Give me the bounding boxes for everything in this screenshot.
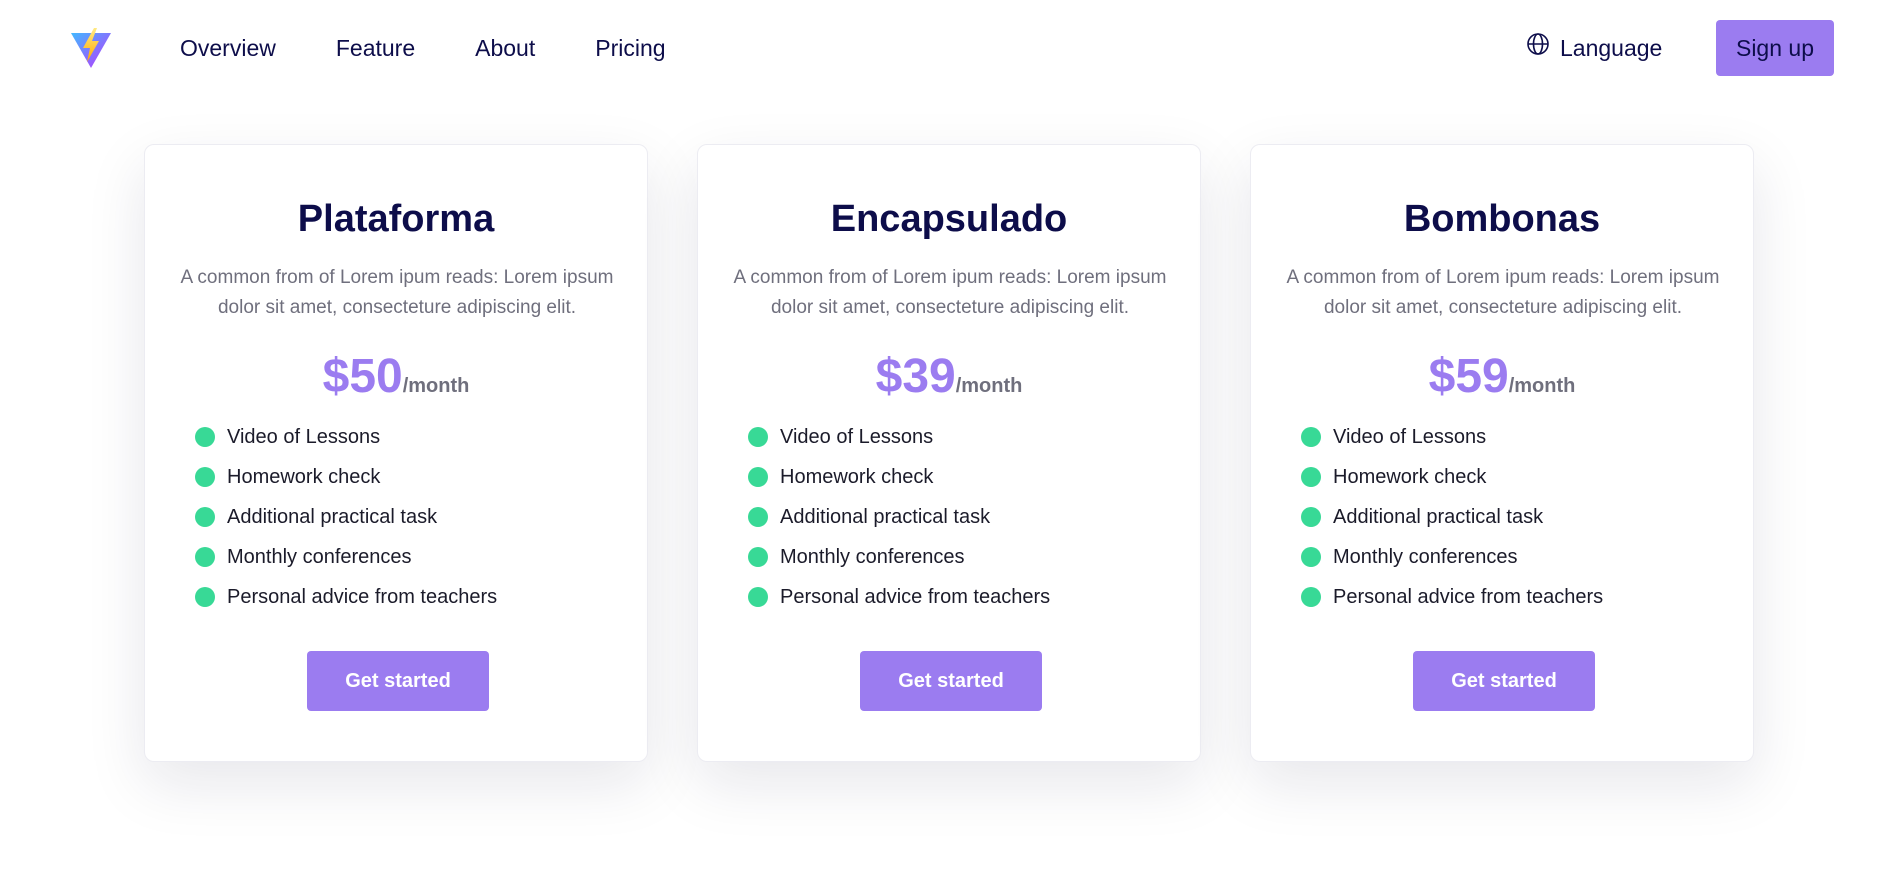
feature-list: Video of Lessons Homework check Addition… <box>195 417 497 617</box>
feature-label: Video of Lessons <box>227 425 381 448</box>
plan-price: $59 <box>1428 350 1509 403</box>
feature-label: Additional practical task <box>227 505 438 528</box>
feature-label: Additional practical task <box>780 505 991 528</box>
get-started-button[interactable]: Get started <box>307 651 489 711</box>
feature-item: Personal advice from teachers <box>195 577 497 617</box>
feature-label: Homework check <box>780 465 934 488</box>
plan-price-row: $59/month <box>1251 345 1753 409</box>
check-dot-icon <box>1301 467 1321 487</box>
bolt-triangle-logo-icon[interactable] <box>70 28 112 70</box>
feature-item: Additional practical task <box>195 497 497 537</box>
feature-item: Monthly conferences <box>748 537 1050 577</box>
check-dot-icon <box>748 507 768 527</box>
plan-description: A common from of Lorem ipum reads: Lorem… <box>1286 267 1720 318</box>
plan-period: /month <box>402 375 470 397</box>
feature-label: Personal advice from teachers <box>1333 585 1604 608</box>
globe-icon <box>1526 30 1550 66</box>
feature-item: Video of Lessons <box>748 417 1050 457</box>
check-dot-icon <box>748 547 768 567</box>
feature-label: Video of Lessons <box>1333 425 1487 448</box>
nav-pricing[interactable]: Pricing <box>595 30 665 66</box>
feature-item: Homework check <box>195 457 497 497</box>
feature-label: Homework check <box>227 465 381 488</box>
check-dot-icon <box>1301 427 1321 447</box>
top-navbar: Overview Feature About Pricing Language … <box>0 0 1898 96</box>
feature-item: Additional practical task <box>748 497 1050 537</box>
pricing-card-plataforma: Plataforma A common from of Lorem ipum r… <box>144 144 648 762</box>
check-dot-icon <box>1301 587 1321 607</box>
feature-item: Video of Lessons <box>1301 417 1603 457</box>
pricing-card-encapsulado: Encapsulado A common from of Lorem ipum … <box>697 144 1201 762</box>
sign-up-button[interactable]: Sign up <box>1716 20 1834 76</box>
pricing-card-bombonas: Bombonas A common from of Lorem ipum rea… <box>1250 144 1754 762</box>
feature-list: Video of Lessons Homework check Addition… <box>1301 417 1603 617</box>
check-dot-icon <box>195 547 215 567</box>
nav-overview[interactable]: Overview <box>180 30 276 66</box>
check-dot-icon <box>1301 507 1321 527</box>
feature-item: Personal advice from teachers <box>748 577 1050 617</box>
feature-label: Monthly conferences <box>227 545 412 568</box>
feature-label: Monthly conferences <box>780 545 965 568</box>
language-selector[interactable]: Language <box>1526 30 1662 66</box>
plan-description: A common from of Lorem ipum reads: Lorem… <box>180 267 614 318</box>
feature-label: Monthly conferences <box>1333 545 1518 568</box>
check-dot-icon <box>748 427 768 447</box>
feature-item: Homework check <box>1301 457 1603 497</box>
plan-price: $50 <box>322 350 403 403</box>
feature-item: Additional practical task <box>1301 497 1603 537</box>
get-started-button[interactable]: Get started <box>1413 651 1595 711</box>
feature-item: Video of Lessons <box>195 417 497 457</box>
check-dot-icon <box>1301 547 1321 567</box>
main-nav: Overview Feature About Pricing <box>180 30 666 66</box>
check-dot-icon <box>195 587 215 607</box>
feature-item: Homework check <box>748 457 1050 497</box>
plan-price: $39 <box>875 350 956 403</box>
plan-price-row: $50/month <box>145 345 647 409</box>
plan-price-row: $39/month <box>698 345 1200 409</box>
plan-title: Bombonas <box>1403 198 1601 240</box>
check-dot-icon <box>748 587 768 607</box>
feature-label: Personal advice from teachers <box>780 585 1051 608</box>
feature-label: Video of Lessons <box>780 425 934 448</box>
nav-feature[interactable]: Feature <box>336 30 415 66</box>
feature-label: Personal advice from teachers <box>227 585 498 608</box>
plan-description: A common from of Lorem ipum reads: Lorem… <box>733 267 1167 318</box>
check-dot-icon <box>195 507 215 527</box>
feature-item: Monthly conferences <box>1301 537 1603 577</box>
language-label: Language <box>1560 35 1663 61</box>
feature-label: Additional practical task <box>1333 505 1544 528</box>
check-dot-icon <box>195 467 215 487</box>
feature-label: Homework check <box>1333 465 1487 488</box>
check-dot-icon <box>748 467 768 487</box>
feature-item: Personal advice from teachers <box>1301 577 1603 617</box>
plan-period: /month <box>955 375 1023 397</box>
plan-period: /month <box>1508 375 1576 397</box>
feature-list: Video of Lessons Homework check Addition… <box>748 417 1050 617</box>
plan-title: Plataforma <box>297 198 495 240</box>
check-dot-icon <box>195 427 215 447</box>
nav-about[interactable]: About <box>475 30 535 66</box>
plan-title: Encapsulado <box>830 198 1068 240</box>
feature-item: Monthly conferences <box>195 537 497 577</box>
get-started-button[interactable]: Get started <box>860 651 1042 711</box>
